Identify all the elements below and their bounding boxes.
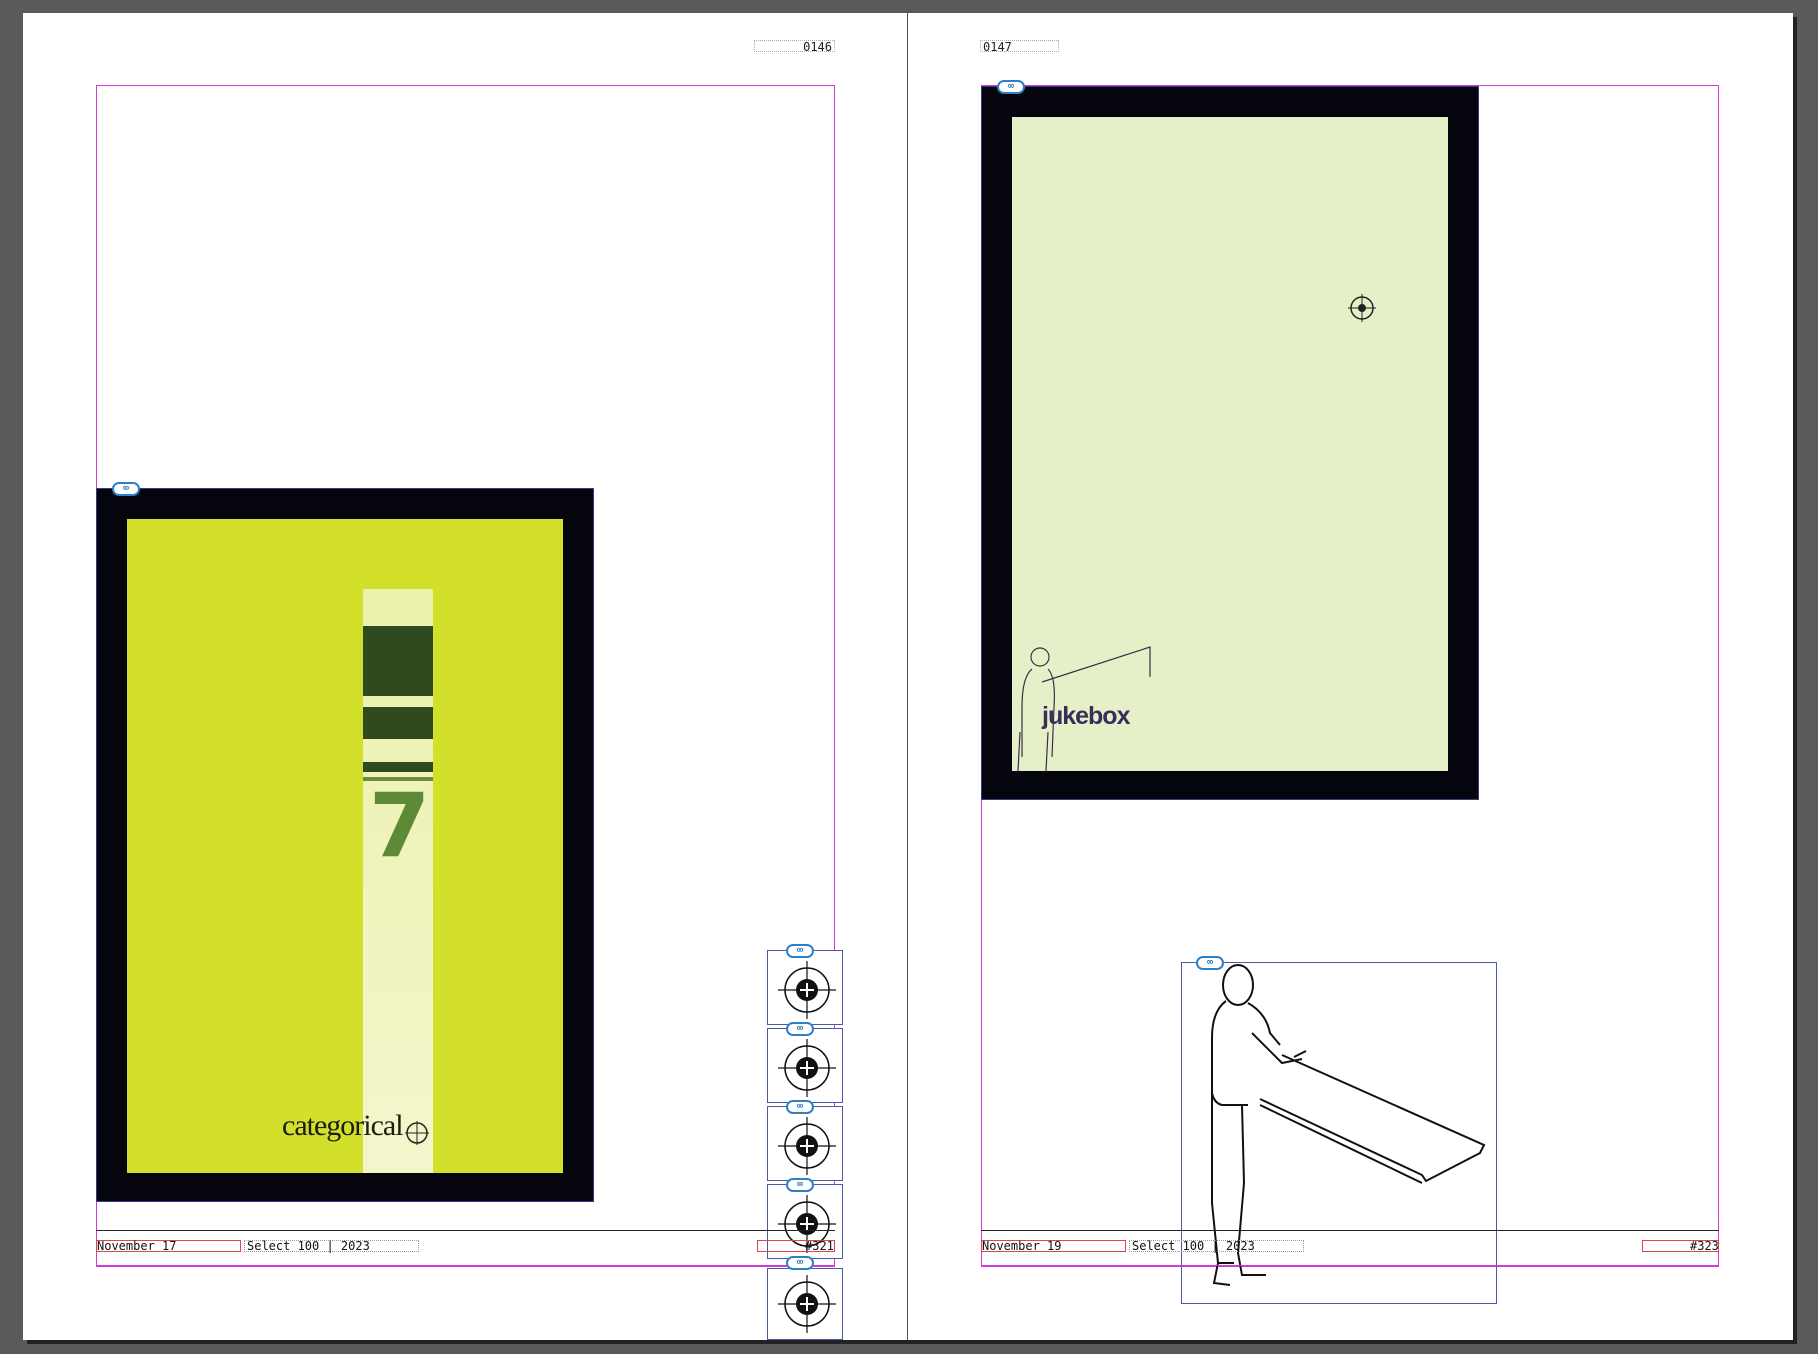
chain-link-icon[interactable]: ∞ [786,1100,814,1114]
footer-issue: #321 [805,1239,834,1253]
footer-date: November 19 [982,1239,1062,1253]
placeholder-frame[interactable] [767,1106,843,1181]
poster-word-categorical: categorical [282,1109,404,1142]
footer-issue: #323 [1690,1239,1719,1253]
page-number-text: 0146 [803,40,832,54]
placeholder-frame[interactable] [767,1028,843,1103]
page-number-text: 0147 [983,40,1012,54]
page-number-right: 0147 [980,40,1059,54]
poster-jukebox: jukebox [1012,117,1448,771]
chain-link-icon[interactable]: ∞ [786,1022,814,1036]
chain-link-icon[interactable]: ∞ [997,80,1025,94]
chain-link-icon[interactable]: ∞ [786,944,814,958]
footer-rule-left [96,1230,835,1231]
crosshair-icon [778,1039,836,1097]
crosshair-icon [778,961,836,1019]
poster-word-jukebox: jukebox [1042,702,1130,730]
footer-title: Select 100 | 2023 [1132,1239,1255,1253]
footer-title: Select 100 | 2023 [247,1239,370,1253]
bottom-margin-right [981,1265,1719,1266]
crosshair-icon [778,1275,836,1333]
bottom-margin-left [96,1265,835,1266]
page-number-left: 0146 [754,40,835,54]
poster-categorical: 7 categorical [127,519,563,1173]
chain-link-icon[interactable]: ∞ [786,1178,814,1192]
poster-graphic [1017,294,1376,771]
chain-link-icon[interactable]: ∞ [786,1256,814,1270]
spine-divider [907,13,908,1340]
image-frame-jukebox[interactable]: jukebox [981,86,1479,800]
poster-number: 7 [369,774,431,877]
footer-rule-right [981,1230,1719,1231]
placeholder-frame[interactable] [767,950,843,1025]
image-frame-categorical[interactable]: 7 categorical [96,488,594,1202]
crosshair-icon [778,1117,836,1175]
placeholder-frame[interactable] [767,1268,843,1340]
chain-link-icon[interactable]: ∞ [1196,956,1224,970]
chain-link-icon[interactable]: ∞ [112,482,140,496]
poster-graphic [363,589,433,1173]
footer-date: November 17 [97,1239,177,1253]
